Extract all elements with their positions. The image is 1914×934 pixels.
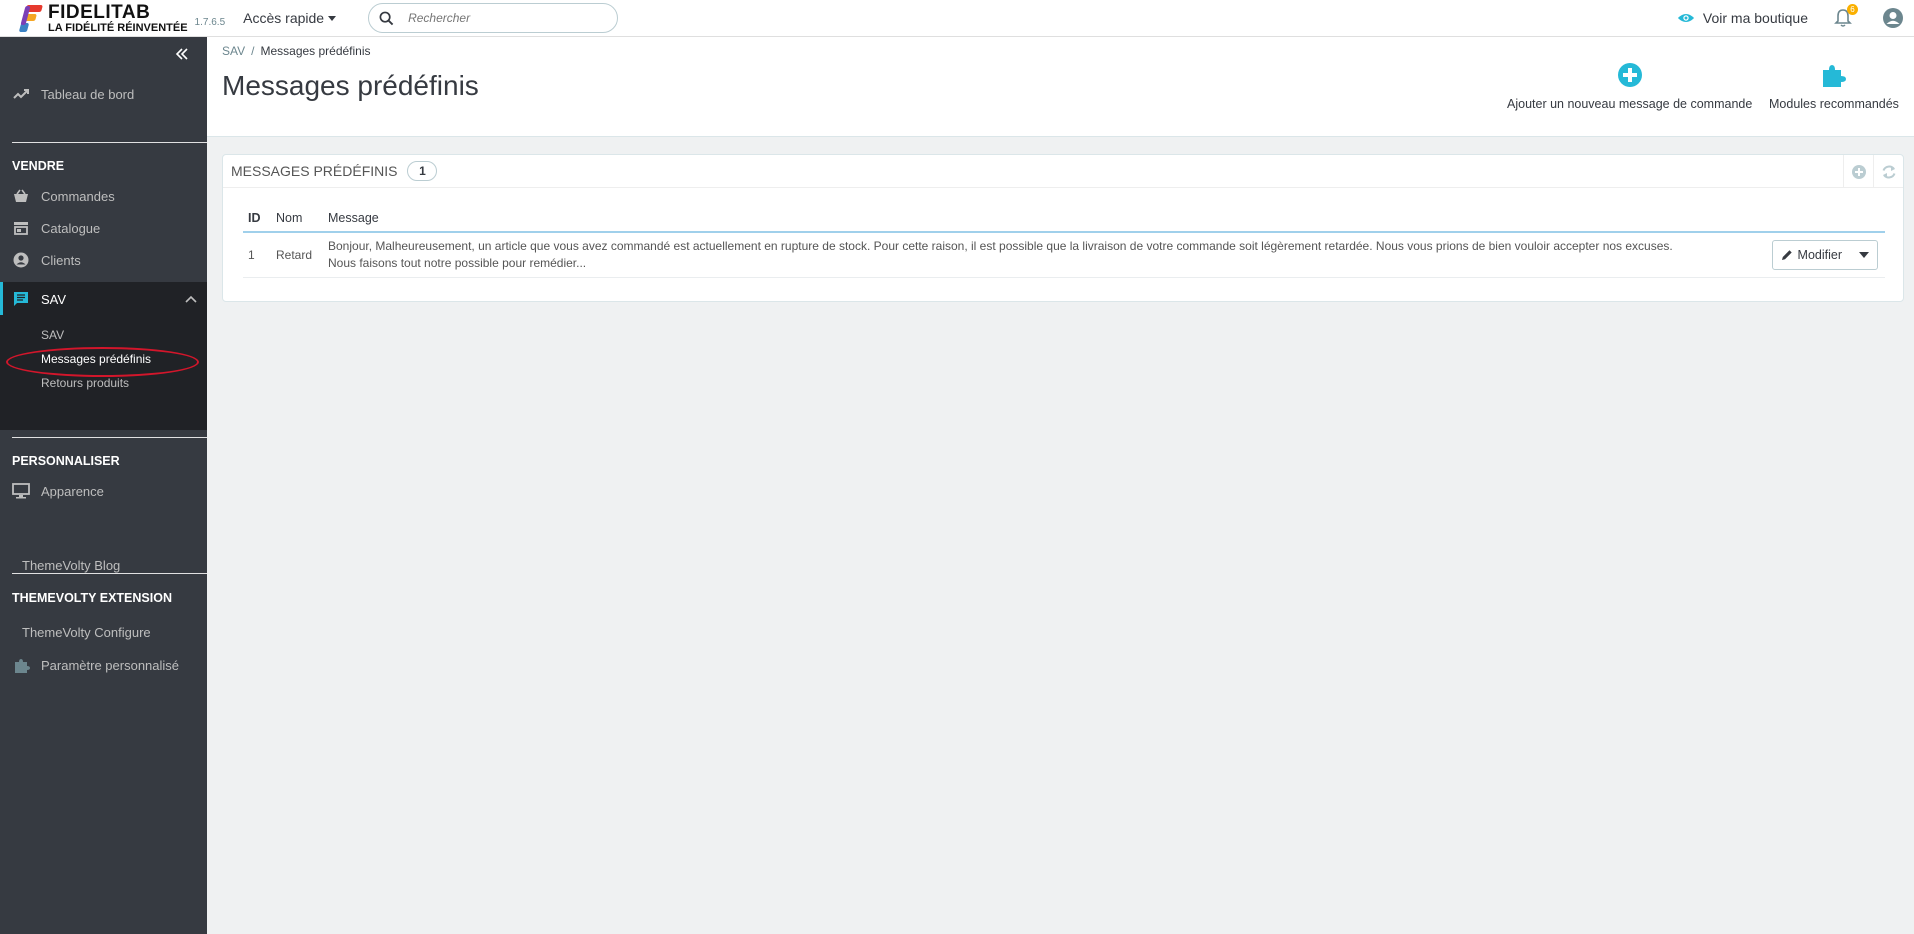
add-message-button[interactable]: Ajouter un nouveau message de commande	[1507, 61, 1752, 111]
sidebar-item-label: ThemeVolty Configure	[22, 625, 151, 640]
sidebar-item-sav[interactable]: SAV	[0, 290, 207, 308]
double-chevron-left-icon	[175, 48, 188, 60]
column-header-actions	[1765, 205, 1885, 233]
caret-down-icon	[1859, 252, 1869, 258]
section-title-themevolty: THEMEVOLTY EXTENSION	[12, 591, 172, 605]
sidebar-item-themevolty-configure[interactable]: ThemeVolty Configure	[0, 625, 207, 640]
sidebar-item-dashboard[interactable]: Tableau de bord	[0, 85, 207, 103]
user-menu-button[interactable]	[1882, 7, 1904, 29]
cell-id: 1	[243, 232, 271, 278]
page-title: Messages prédéfinis	[222, 70, 479, 101]
submenu-item-returns[interactable]: Retours produits	[41, 376, 129, 390]
sidebar-item-label: SAV	[41, 291, 67, 307]
search-box[interactable]	[368, 3, 619, 33]
sidebar-item-orders[interactable]: Commandes	[0, 187, 207, 205]
plus-circle-icon	[1616, 61, 1644, 89]
top-bar: FIDELITAB LA FIDÉLITÉ RÉINVENTÉE 1.7.6.5…	[0, 0, 1914, 37]
breadcrumb-current: Messages prédéfinis	[260, 44, 371, 58]
sidebar-divider	[12, 573, 207, 574]
basket-icon	[12, 187, 30, 205]
cell-actions: Modifier	[1765, 232, 1885, 278]
sidebar-item-appearance[interactable]: Apparence	[0, 482, 207, 500]
view-shop-link[interactable]: Voir ma boutique	[1677, 10, 1808, 26]
brand-name: FIDELITAB	[48, 1, 151, 23]
user-avatar-icon	[1883, 8, 1903, 28]
plus-circle-icon	[1851, 164, 1866, 179]
add-message-label: Ajouter un nouveau message de commande	[1507, 97, 1753, 111]
breadcrumb-separator: /	[251, 44, 255, 58]
recommended-modules-button[interactable]: Modules recommandés	[1769, 61, 1899, 111]
message-line: Bonjour, Malheureusement, un article que…	[328, 239, 1673, 253]
brand-tagline: LA FIDÉLITÉ RÉINVENTÉE	[48, 21, 188, 34]
sidebar-item-label: Clients	[41, 252, 81, 268]
row-actions: Modifier	[1771, 240, 1878, 270]
edit-button[interactable]: Modifier	[1773, 241, 1851, 269]
panel-header: MESSAGES PRÉDÉFINIS 1	[223, 155, 1903, 188]
account-circle-icon	[12, 251, 30, 269]
puzzle-icon	[1820, 61, 1848, 89]
brand-logo[interactable]: FIDELITAB LA FIDÉLITÉ RÉINVENTÉE 1.7.6.5	[18, 0, 225, 37]
quick-access-dropdown[interactable]: Accès rapide	[243, 10, 337, 26]
pencil-icon	[1781, 250, 1792, 260]
sidebar-item-label: Paramètre personnalisé	[41, 657, 180, 673]
search-input[interactable]	[408, 11, 589, 25]
sidebar-item-custom-param[interactable]: Paramètre personnalisé	[0, 656, 207, 674]
eye-icon	[1677, 13, 1695, 23]
count-badge: 1	[407, 161, 438, 181]
monitor-icon	[12, 482, 30, 500]
page-header: SAV / Messages prédéfinis Messages prédé…	[207, 37, 1914, 137]
sidebar-item-label: ThemeVolty Blog	[22, 558, 121, 573]
message-line: Nous faisons tout notre possible pour re…	[328, 256, 587, 270]
recommended-modules-label: Modules recommandés	[1769, 97, 1899, 111]
refresh-icon	[1882, 165, 1895, 178]
sidebar-item-catalog[interactable]: Catalogue	[0, 219, 207, 237]
puzzle-icon	[12, 656, 30, 674]
chat-icon	[12, 290, 30, 308]
sidebar-item-customers[interactable]: Clients	[0, 251, 207, 269]
sidebar: Tableau de bord VENDRE Commandes Catalog…	[0, 37, 207, 934]
breadcrumb: SAV / Messages prédéfinis	[222, 44, 371, 58]
table-row[interactable]: 1 Retard Bonjour, Malheureusement, un ar…	[243, 232, 1885, 278]
messages-table: ID Nom Message 1 Retard Bonjour, Malheur…	[243, 205, 1885, 278]
collapse-sidebar-button[interactable]	[175, 47, 189, 61]
messages-panel: MESSAGES PRÉDÉFINIS 1 ID Nom Message 1 R…	[222, 154, 1904, 302]
cell-name: Retard	[271, 232, 323, 278]
section-title-sell: VENDRE	[12, 159, 65, 173]
trending-up-icon	[12, 85, 30, 103]
cell-message: Bonjour, Malheureusement, un article que…	[323, 232, 1765, 278]
section-title-customize: PERSONNALISER	[12, 454, 120, 468]
highlight-circle	[6, 347, 199, 377]
sidebar-item-label: Apparence	[41, 483, 104, 499]
search-icon	[379, 11, 394, 25]
quick-access-label: Accès rapide	[243, 10, 325, 26]
panel-title: MESSAGES PRÉDÉFINIS	[231, 163, 398, 179]
submenu-item-sav[interactable]: SAV	[41, 328, 64, 342]
sidebar-divider	[12, 437, 207, 438]
caret-down-icon	[328, 15, 337, 21]
sidebar-item-themevolty-blog[interactable]: ThemeVolty Blog	[0, 558, 207, 573]
view-shop-label: Voir ma boutique	[1702, 10, 1808, 26]
refresh-list-button[interactable]	[1873, 155, 1903, 188]
version-label: 1.7.6.5	[194, 16, 226, 28]
breadcrumb-parent[interactable]: SAV	[222, 44, 245, 58]
notifications-badge: 6	[1847, 4, 1858, 15]
column-header-name[interactable]: Nom	[271, 205, 323, 233]
column-header-id[interactable]: ID	[243, 205, 271, 233]
add-new-tool-button[interactable]	[1843, 155, 1873, 188]
column-header-message[interactable]: Message	[323, 205, 1765, 233]
store-icon	[12, 219, 30, 237]
main-content: SAV / Messages prédéfinis Messages prédé…	[207, 37, 1914, 934]
logo-mark-icon	[18, 3, 44, 33]
sidebar-item-label: Tableau de bord	[41, 86, 135, 102]
sidebar-divider	[12, 142, 207, 143]
sidebar-item-label: Commandes	[41, 188, 115, 204]
row-actions-dropdown[interactable]	[1851, 241, 1877, 269]
chevron-up-icon	[185, 295, 197, 303]
notifications-button[interactable]: 6	[1832, 4, 1858, 29]
edit-label: Modifier	[1797, 248, 1842, 262]
sidebar-item-label: Catalogue	[41, 220, 101, 236]
